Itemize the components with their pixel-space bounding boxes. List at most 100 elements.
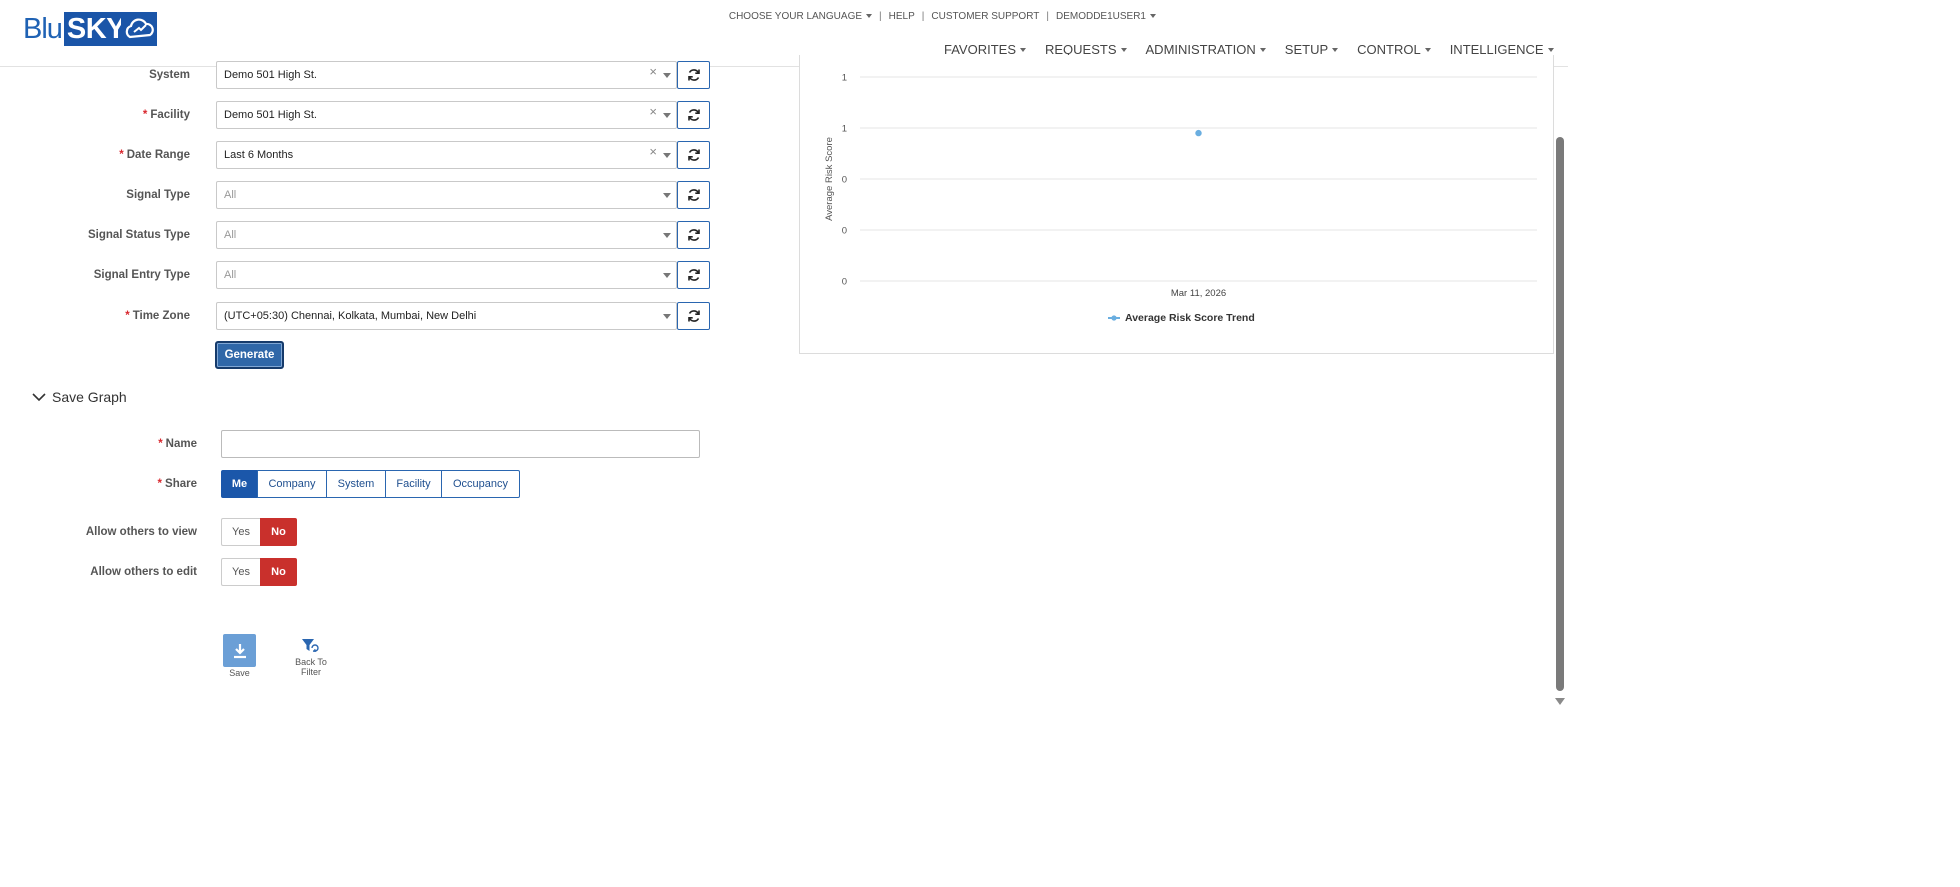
allow-view-yes[interactable]: Yes [221,518,260,546]
y-tick-label: 1 [842,124,847,135]
allow-view-toggle: Yes No [221,518,297,546]
filter-back-icon[interactable] [301,638,320,654]
scroll-down-arrow-icon[interactable] [1555,698,1565,705]
allow-edit-no[interactable]: No [260,558,297,586]
filter-system-select[interactable]: Demo 501 High St. × [216,61,677,89]
allow-view-label: Allow others to view [85,526,197,538]
chevron-down-icon [866,14,873,19]
y-tick-label: 0 [842,226,847,237]
allow-edit-toggle: Yes No [221,558,297,586]
filter-signal-entry-type-label: Signal Entry Type [0,261,190,289]
utility-links: CHOOSE YOUR LANGUAGE | HELP | CUSTOMER S… [729,11,1156,22]
filter-time-zone-label-text: Time Zone [132,310,190,322]
filter-signal-type-value: All [224,189,237,201]
save-graph-toggle[interactable]: Save Graph [32,389,127,405]
chevron-down-icon[interactable] [663,73,671,78]
filter-signal-status-type-label: Signal Status Type [0,221,190,249]
filter-signal-entry-type-select[interactable]: All [216,261,677,289]
filter-signal-type-select[interactable]: All [216,181,677,209]
filter-time-zone-refresh-button[interactable] [677,302,710,330]
filter-facility-refresh-button[interactable] [677,101,710,129]
filter-date-range-refresh-button[interactable] [677,141,710,169]
refresh-icon [687,149,700,161]
back-to-filter-label[interactable]: Back To Filter [290,657,332,677]
share-toggle-group: Me Company System Facility Occupancy [221,470,520,498]
save-label: Save [229,668,250,678]
y-tick-label: 0 [842,277,847,288]
refresh-icon [687,310,700,322]
clear-icon[interactable]: × [649,59,657,85]
filter-system-label: System [0,61,190,89]
logo-text-blu: Blu [23,13,63,45]
share-option-system[interactable]: System [326,470,386,498]
filter-facility-label: * Facility [0,101,190,129]
chevron-down-icon[interactable] [663,113,671,118]
data-point [1195,129,1202,137]
blusky-logo[interactable]: Blu SKY [23,12,158,46]
filter-system-value: Demo 501 High St. [224,69,317,81]
share-label: * Share [0,478,197,490]
customer-support-link[interactable]: CUSTOMER SUPPORT [931,11,1039,22]
chart-panel: 1 1 0 0 0 Average Risk Score Mar 11, 2026 Avera… [799,55,1554,354]
required-marker: * [125,310,130,322]
chevron-down-icon[interactable] [663,153,671,158]
chevron-down-icon [1424,47,1431,52]
allow-edit-yes[interactable]: Yes [221,558,260,586]
filter-date-range-label: * Date Range [0,141,190,169]
allow-edit-label: Allow others to edit [90,566,197,578]
refresh-icon [687,229,700,241]
filter-system-refresh-button[interactable] [677,61,710,89]
chevron-down-icon[interactable] [663,314,671,319]
chevron-down-icon [1020,47,1026,52]
refresh-icon [687,109,700,121]
filter-signal-type-refresh-button[interactable] [677,181,710,209]
save-graph-title: Save Graph [52,389,127,405]
allow-view-no[interactable]: No [260,518,297,546]
required-marker: * [157,478,163,490]
chevron-down-icon[interactable] [663,233,671,238]
share-option-occupancy[interactable]: Occupancy [441,470,520,498]
user-menu-label: DEMODDE1USER1 [1055,11,1146,22]
chevron-down-icon[interactable] [663,193,671,198]
chevron-down-icon [1332,47,1339,52]
clear-icon[interactable]: × [649,99,657,125]
filter-signal-entry-type-label-text: Signal Entry Type [93,269,190,281]
filter-date-range-label-text: Date Range [126,149,190,161]
language-menu[interactable]: CHOOSE YOUR LANGUAGE [728,11,873,22]
legend-marker [1111,315,1117,321]
filter-facility-select[interactable]: Demo 501 High St. × [216,101,677,129]
chevron-down-icon [1259,47,1266,52]
language-menu-label: CHOOSE YOUR LANGUAGE [728,11,863,22]
filter-facility-label-text: Facility [150,109,190,121]
filter-time-zone-value: (UTC+05:30) Chennai, Kolkata, Mumbai, Ne… [224,310,477,322]
logo-text-sky: SKY [63,12,128,46]
user-menu[interactable]: DEMODDE1USER1 [1056,11,1156,22]
required-marker: * [119,149,124,161]
cloud-logo-icon [121,12,158,46]
risk-score-chart: 1 1 0 0 0 Average Risk Score Mar 11, 2026 Avera… [824,73,1537,324]
filter-signal-status-type-select[interactable]: All [216,221,677,249]
filter-signal-status-type-label-text: Signal Status Type [87,229,190,241]
chevron-down-icon [1150,14,1156,19]
graph-name-input[interactable] [221,430,700,458]
refresh-icon [687,69,700,81]
help-link[interactable]: HELP [889,11,915,22]
generate-button[interactable]: Generate [215,341,284,369]
divider: | [1046,11,1049,22]
share-option-company[interactable]: Company [257,470,327,498]
back-to-filter-line2: Filter [301,667,321,677]
clear-icon[interactable]: × [649,139,657,165]
name-label: * Name [0,438,197,450]
required-marker: * [142,109,148,121]
filter-signal-entry-type-refresh-button[interactable] [677,261,710,289]
save-button[interactable] [223,634,256,667]
chevron-down-icon[interactable] [663,273,671,278]
share-option-me[interactable]: Me [221,470,258,498]
share-option-facility[interactable]: Facility [385,470,442,498]
download-icon [233,643,246,658]
scrollbar-thumb[interactable] [1556,137,1564,691]
filter-time-zone-select[interactable]: (UTC+05:30) Chennai, Kolkata, Mumbai, Ne… [216,302,677,330]
refresh-icon [687,269,700,281]
filter-date-range-select[interactable]: Last 6 Months × [216,141,677,169]
filter-signal-status-type-refresh-button[interactable] [677,221,710,249]
